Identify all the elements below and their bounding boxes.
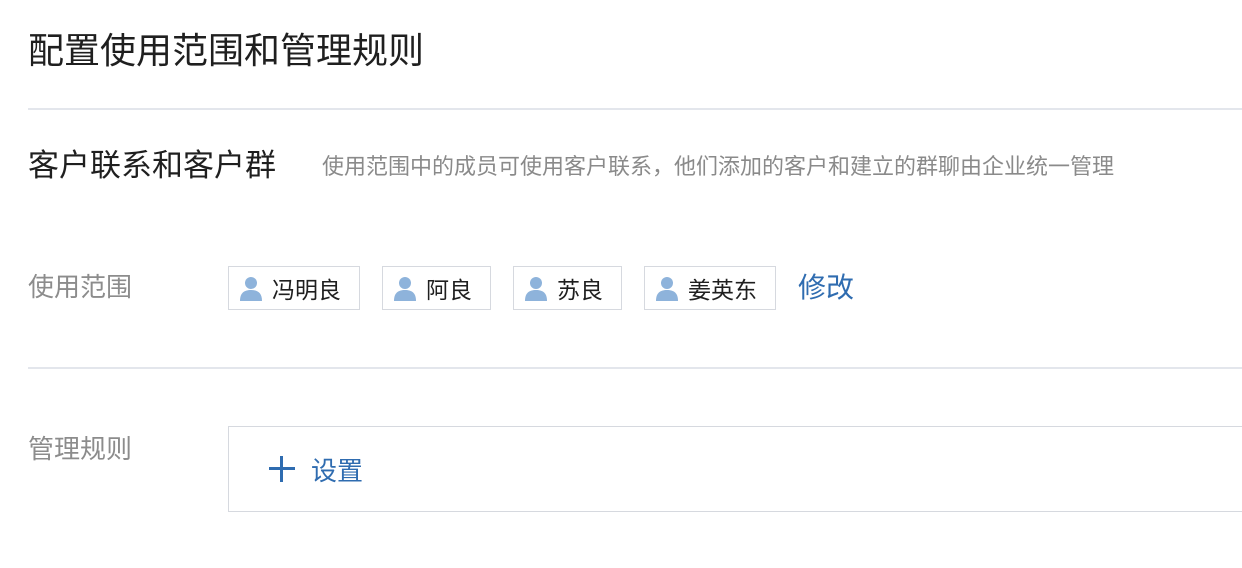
member-chip: 姜英东: [644, 266, 776, 310]
page-title: 配置使用范围和管理规则: [28, 31, 425, 72]
member-chip: 阿良: [382, 266, 491, 310]
section-description: 使用范围中的成员可使用客户联系，他们添加的客户和建立的群聊由企业统一管理: [322, 155, 1115, 180]
section-divider: [28, 367, 1242, 369]
member-name: 阿良: [426, 278, 472, 304]
plus-icon: [269, 456, 295, 482]
rules-label: 管理规则: [28, 435, 133, 465]
member-chip: 冯明良: [228, 266, 360, 310]
setting-label: 设置: [311, 456, 364, 487]
setting-button[interactable]: 设置: [269, 449, 363, 489]
scope-label: 使用范围: [28, 273, 133, 303]
user-icon: [525, 277, 547, 301]
member-list: 冯明良 阿良 苏良 姜英东 修改: [228, 264, 854, 312]
user-icon: [394, 277, 416, 301]
header-divider: [28, 108, 1242, 110]
member-chip: 苏良: [513, 266, 622, 310]
modify-scope-link[interactable]: 修改: [798, 266, 854, 310]
member-name: 冯明良: [272, 278, 341, 304]
section-title: 客户联系和客户群: [28, 148, 276, 184]
member-name: 姜英东: [688, 278, 757, 304]
user-icon: [656, 277, 678, 301]
member-name: 苏良: [557, 278, 603, 304]
rules-box: 设置: [228, 426, 1242, 512]
user-icon: [240, 277, 262, 301]
